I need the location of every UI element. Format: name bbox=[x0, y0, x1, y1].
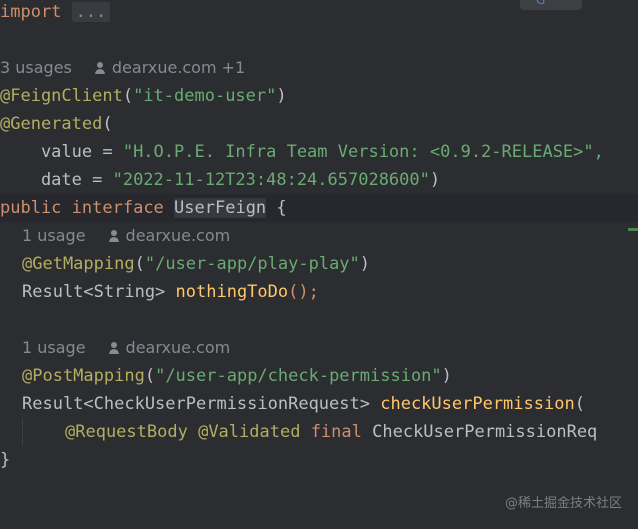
code-line-import[interactable]: import ... bbox=[0, 0, 111, 26]
code-editor[interactable]: G import ... 3 usages dearxue.com +1 @Fei… bbox=[0, 0, 638, 529]
import-fold[interactable]: ... bbox=[71, 2, 111, 22]
method-nothing-to-do[interactable]: nothingToDo bbox=[176, 282, 289, 302]
code-line-nothing-to-do[interactable]: Result<String> nothingToDo(); bbox=[22, 278, 319, 306]
user-icon bbox=[94, 62, 106, 74]
annotation-feign-client: @FeignClient bbox=[0, 86, 123, 106]
attr-value: value = bbox=[0, 142, 123, 162]
class-usages[interactable]: 3 usages bbox=[0, 58, 72, 77]
method2-author[interactable]: dearxue.com bbox=[126, 338, 231, 357]
paren: ) bbox=[441, 366, 452, 386]
watermark: @稀土掘金技术社区 bbox=[504, 496, 622, 511]
annotation-request-body: @RequestBody bbox=[65, 422, 188, 442]
feign-client-value: "it-demo-user" bbox=[133, 86, 277, 106]
user-icon bbox=[108, 230, 120, 242]
keyword-interface: interface bbox=[71, 198, 164, 218]
class-author[interactable]: dearxue.com +1 bbox=[112, 58, 245, 77]
annotation-get-mapping: @GetMapping bbox=[22, 254, 135, 274]
paren: ) bbox=[429, 170, 441, 190]
date-string: "2022-11-12T23:48:24.657028600" bbox=[112, 170, 430, 190]
annotation-generated: @Generated bbox=[0, 114, 103, 134]
brace-open: { bbox=[266, 198, 287, 218]
method2-usages[interactable]: 1 usage bbox=[22, 338, 86, 357]
return-type: Result<CheckUserPermissionRequest> bbox=[22, 394, 381, 414]
method1-author[interactable]: dearxue.com bbox=[126, 226, 231, 245]
attr-date: date = bbox=[0, 170, 113, 190]
code-line-closing-brace[interactable]: } bbox=[0, 446, 10, 474]
return-type: Result<String> bbox=[22, 282, 176, 302]
code-line-value[interactable]: value = "H.O.P.E. Infra Team Version: <0… bbox=[0, 138, 604, 166]
method-check-user-permission[interactable]: checkUserPermission bbox=[380, 394, 574, 414]
class-usage-hint[interactable]: 3 usages dearxue.com +1 bbox=[0, 54, 245, 82]
code-line-feign-client[interactable]: @FeignClient("it-demo-user") bbox=[0, 82, 287, 110]
brace-close: } bbox=[0, 450, 11, 470]
change-marker bbox=[628, 228, 638, 231]
popup-glyph: G bbox=[536, 0, 546, 7]
code-line-parameter[interactable]: @RequestBody @Validated final CheckUserP… bbox=[65, 418, 597, 446]
class-name[interactable]: UserFeign bbox=[174, 198, 267, 218]
method2-usage-hint[interactable]: 1 usage dearxue.com bbox=[22, 334, 230, 362]
code-line-date[interactable]: date = "2022-11-12T23:48:24.657028600") bbox=[0, 166, 440, 194]
annotation-post-mapping: @PostMapping bbox=[22, 366, 145, 386]
get-mapping-path: "/user-app/play-play" bbox=[144, 254, 360, 274]
code-line-post-mapping[interactable]: @PostMapping("/user-app/check-permission… bbox=[22, 362, 452, 390]
annotation-validated: @Validated bbox=[198, 422, 301, 442]
paren: ( bbox=[122, 86, 134, 106]
parameter-type: CheckUserPermissionReq bbox=[372, 422, 598, 442]
post-mapping-path: "/user-app/check-permission" bbox=[155, 366, 442, 386]
code-line-interface[interactable]: public interface UserFeign { bbox=[0, 194, 287, 222]
top-popup[interactable]: G bbox=[520, 0, 582, 10]
paren: ( bbox=[134, 254, 145, 274]
paren: ( bbox=[144, 366, 156, 386]
keyword-public: public bbox=[0, 198, 62, 218]
code-line-check-permission[interactable]: Result<CheckUserPermissionRequest> check… bbox=[22, 390, 585, 418]
paren: ( bbox=[574, 394, 585, 414]
indent-guide bbox=[22, 418, 23, 446]
value-string: "H.O.P.E. Infra Team Version: <0.9.2-REL… bbox=[122, 142, 604, 162]
code-line-get-mapping[interactable]: @GetMapping("/user-app/play-play") bbox=[22, 250, 370, 278]
code-line-generated[interactable]: @Generated( bbox=[0, 110, 113, 138]
method1-usages[interactable]: 1 usage bbox=[22, 226, 86, 245]
parens: (); bbox=[288, 282, 319, 302]
paren: ) bbox=[359, 254, 371, 274]
paren: ( bbox=[102, 114, 113, 134]
method1-usage-hint[interactable]: 1 usage dearxue.com bbox=[22, 222, 230, 250]
user-icon bbox=[108, 342, 120, 354]
keyword-final: final bbox=[310, 422, 362, 442]
keyword-import: import bbox=[0, 2, 62, 22]
paren: ) bbox=[276, 86, 287, 106]
